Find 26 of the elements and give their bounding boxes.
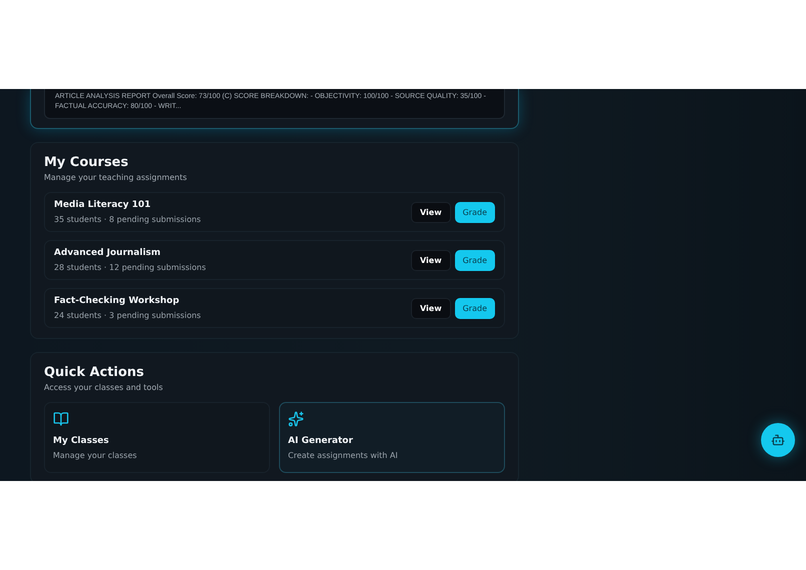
sparkles-icon [288,411,304,427]
course-name: Fact-Checking Workshop [54,296,180,306]
section-subtitle: Manage your teaching assignments [44,173,188,182]
view-button[interactable]: View [411,202,451,222]
view-button[interactable]: View [411,250,451,270]
course-name: Media Literacy 101 [54,200,152,210]
bot-icon [771,433,785,447]
assistant-button[interactable] [761,423,795,457]
view-button[interactable]: View [411,298,451,318]
tile-title: AI Generator [288,436,354,446]
course-meta: 35 students · 8 pending submissions [54,215,201,224]
course-meta: 24 students · 3 pending submissions [54,311,201,320]
grade-button[interactable]: Grade [454,298,495,318]
grade-button[interactable]: Grade [454,250,495,270]
course-meta: 28 students · 12 pending submissions [54,263,206,272]
section-title: Quick Actions [44,365,146,380]
course-name: Advanced Journalism [54,248,162,258]
section-subtitle: Access your classes and tools [44,383,164,392]
action-tile[interactable]: AI Generator Create assignments with AI [279,402,505,473]
action-tile[interactable]: My Classes Manage your classes [44,402,270,473]
tile-title: My Classes [53,436,110,446]
grade-button[interactable]: Grade [454,202,495,222]
tile-description: Manage your classes [53,451,138,460]
tile-description: Create assignments with AI [288,451,399,460]
book-icon [53,411,69,427]
section-title: My Courses [44,155,130,170]
